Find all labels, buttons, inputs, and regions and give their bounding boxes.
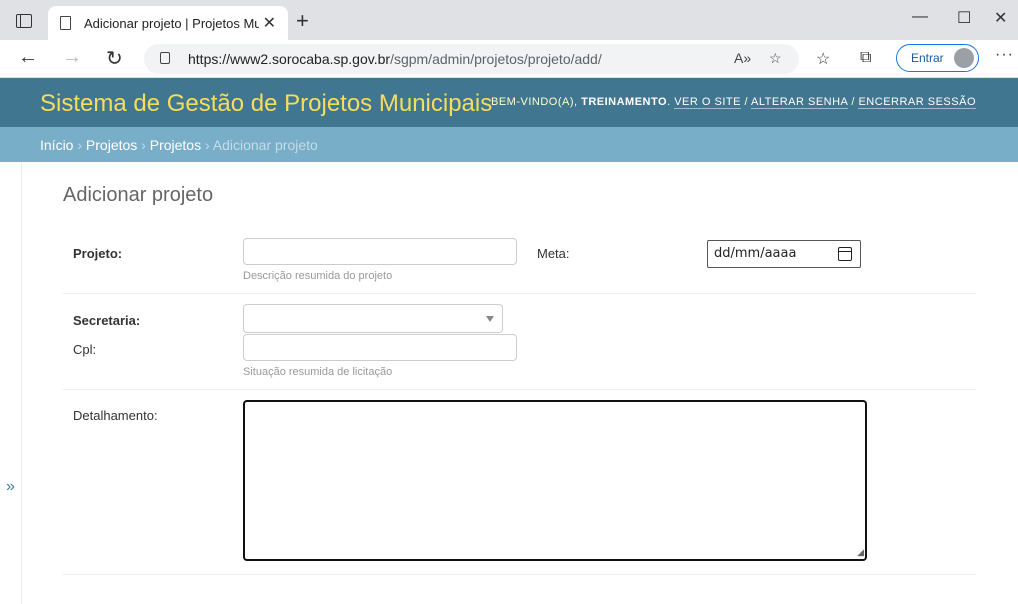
calendar-icon[interactable] [838,247,852,261]
meta-label: Meta: [537,246,570,261]
detalhamento-textarea[interactable]: ◢ [243,400,867,561]
cpl-input[interactable] [243,334,517,361]
breadcrumb-current: Adicionar projeto [212,137,318,153]
sign-in-label: Entrar [911,51,944,65]
form-row-secretaria: Secretaria: Cpl: Situação resumida de li… [63,294,976,390]
url-text[interactable]: https://www2.sorocaba.sp.gov.br/sgpm/adm… [188,51,602,67]
page-icon [60,16,71,30]
chevron-down-icon [486,316,494,322]
secretaria-label: Secretaria: [73,313,141,328]
tab-title: Adicionar projeto | Projetos Mun [84,16,259,31]
form-row-projeto: Projeto: Descrição resumida do projeto M… [63,226,976,294]
browser-tab-bar: Adicionar projeto | Projetos Mun ✕ + — ☐… [0,0,1018,40]
logout-link[interactable]: ENCERRAR SESSÃO [858,96,976,109]
close-tab-icon[interactable]: ✕ [263,13,276,33]
projeto-label: Projeto: [73,246,123,261]
cpl-label: Cpl: [73,342,97,357]
avatar-icon [954,48,974,68]
favorites-icon[interactable]: ☆ [816,49,830,69]
collections-icon[interactable]: ⧉ [860,49,871,67]
sign-in-button[interactable]: Entrar [896,44,979,72]
close-window-icon[interactable]: ✕ [994,8,1007,28]
breadcrumb: Início › Projetos › Projetos › Adicionar… [0,127,1018,162]
browser-tab[interactable]: Adicionar projeto | Projetos Mun ✕ [48,6,288,40]
read-aloud-icon[interactable]: A» [734,50,751,66]
meta-date-placeholder: dd/mm/aaaa [714,246,797,261]
back-icon[interactable]: ← [18,46,38,69]
meta-date-input[interactable]: dd/mm/aaaa [707,240,861,268]
expand-sidebar-icon[interactable]: » [6,478,15,496]
forward-icon[interactable]: → [62,46,82,69]
projeto-input[interactable] [243,238,517,265]
cpl-help: Situação resumida de licitação [243,366,393,378]
resize-handle-icon[interactable]: ◢ [857,547,864,558]
new-tab-icon[interactable]: + [296,8,309,34]
minimize-icon[interactable]: — [912,8,928,26]
breadcrumb-home[interactable]: Início [40,137,73,153]
user-tools: BEM-VINDO(A), TREINAMENTO. VER O SITE / … [490,96,976,109]
username: TREINAMENTO [581,96,668,108]
add-favorite-icon[interactable]: ☆ [769,50,782,67]
tab-actions-icon[interactable] [16,14,32,28]
view-site-link[interactable]: VER O SITE [674,96,741,109]
admin-header: Sistema de Gestão de Projetos Municipais… [0,78,1018,127]
site-brand[interactable]: Sistema de Gestão de Projetos Municipais [40,90,492,118]
browser-nav-bar: ← → ↻ https://www2.sorocaba.sp.gov.br/sg… [0,40,1018,78]
lock-icon[interactable] [160,52,170,64]
breadcrumb-app[interactable]: Projetos [86,137,137,153]
change-password-link[interactable]: ALTERAR SENHA [751,96,848,109]
form-row-detalhamento: Detalhamento: ◢ [63,390,976,575]
address-bar[interactable]: https://www2.sorocaba.sp.gov.br/sgpm/adm… [144,44,799,74]
secretaria-select[interactable] [243,304,503,333]
more-icon[interactable]: ··· [995,46,1014,64]
nav-sidebar-toggle[interactable]: » [0,162,22,604]
welcome-text: BEM-VINDO(A), [490,96,578,108]
breadcrumb-model[interactable]: Projetos [150,137,201,153]
detalhamento-label: Detalhamento: [73,408,158,423]
projeto-help: Descrição resumida do projeto [243,270,393,282]
reload-icon[interactable]: ↻ [106,46,123,71]
maximize-icon[interactable]: ☐ [957,8,971,28]
page-title: Adicionar projeto [63,184,214,206]
